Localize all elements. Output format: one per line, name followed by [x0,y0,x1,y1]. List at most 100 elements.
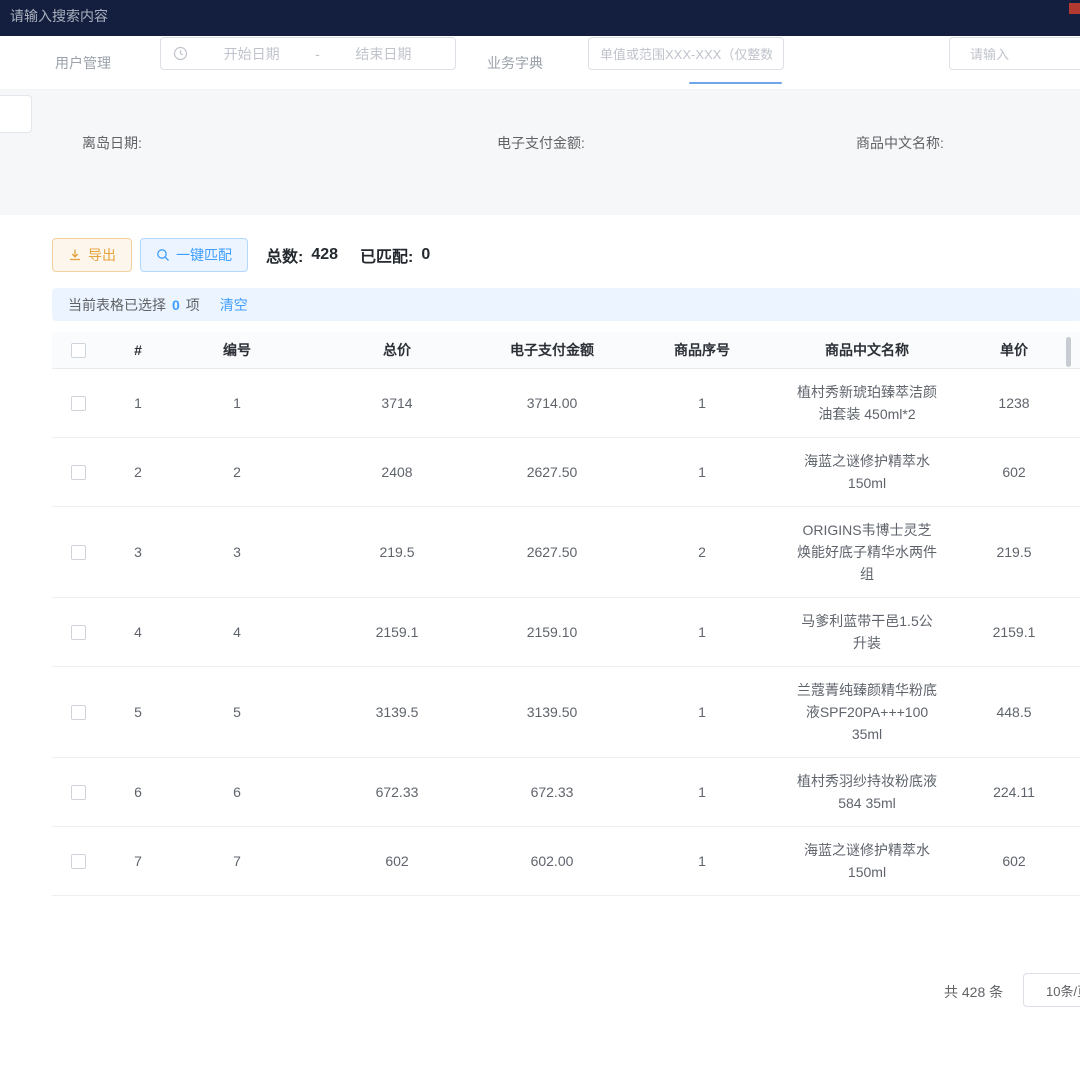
cell-unit-price: 602 [942,826,1080,895]
row-checkbox[interactable] [71,705,86,720]
cell-total-price: 672.33 [302,757,492,826]
cell-unit-price: 2159.1 [942,597,1080,666]
cell-unit-price: 224.11 [942,757,1080,826]
cell-product-seq: 2 [612,506,792,597]
cell-epay-amount: 1023.47 [492,895,612,905]
date-start-placeholder: 开始日期 [192,44,311,64]
cell-unit-price: 1238 [942,368,1080,437]
one-click-match-button[interactable]: 一键匹配 [140,238,248,272]
cell-epay-amount: 2159.10 [492,597,612,666]
cell-total-price: 602 [302,826,492,895]
col-total-price: 总价 [302,332,492,368]
cell-product-seq: 1 [612,666,792,757]
amount-input[interactable]: 单值或范围XXX-XXX（仅整数 [588,37,784,70]
tab-label: 用户管理 [55,53,111,73]
cell-product-name: ORIGINS韦博士灵芝焕能好底子精华水两件组 [792,506,942,597]
row-checkbox[interactable] [71,545,86,560]
cell-product-name: 马爹利蓝带干邑1.5公升装 [792,597,942,666]
data-table-container: # 编号 总价 电子支付金额 商品序号 商品中文名称 单价 1 1 3714 3… [52,332,1080,905]
global-search-input[interactable]: 请输入搜索内容 [10,6,108,26]
total-value: 428 [311,246,338,264]
row-checkbox[interactable] [71,785,86,800]
cell-product-name: 卡诗菁纯亮泽经典香氛 [792,895,942,905]
row-checkbox[interactable] [71,625,86,640]
table-row: 6 6 672.33 672.33 1 植村秀羽纱持妆粉底液584 35ml 2… [52,757,1080,826]
row-checkbox[interactable] [71,396,86,411]
col-product-name: 商品中文名称 [792,332,942,368]
row-checkbox[interactable] [71,854,86,869]
col-index: # [104,332,172,368]
matched-value: 0 [421,246,430,264]
cell-code: 2 [172,437,302,506]
table-row: 8 8 1023.47 1023.47 1 卡诗菁纯亮泽经典香氛 170.58 [52,895,1080,905]
col-code: 编号 [172,332,302,368]
cell-unit-price: 219.5 [942,506,1080,597]
cell-epay-amount: 672.33 [492,757,612,826]
cell-epay-amount: 2627.50 [492,437,612,506]
cell-product-seq: 1 [612,757,792,826]
cell-code: 4 [172,597,302,666]
table-scrollbar[interactable] [1066,337,1071,367]
cell-total-price: 3714 [302,368,492,437]
date-separator: - [311,46,324,62]
product-name-placeholder: 请输入 [970,44,1009,63]
cell-product-seq: 1 [612,597,792,666]
search-icon [156,248,170,262]
cell-total-price: 2408 [302,437,492,506]
cell-unit-price: 448.5 [942,666,1080,757]
cell-code: 5 [172,666,302,757]
date-end-placeholder: 结束日期 [324,44,443,64]
cell-index: 6 [104,757,172,826]
clear-selection-link[interactable]: 清空 [220,295,248,315]
cell-epay-amount: 3139.50 [492,666,612,757]
cell-epay-amount: 2627.50 [492,506,612,597]
data-table: # 编号 总价 电子支付金额 商品序号 商品中文名称 单价 1 1 3714 3… [52,332,1080,905]
amount-filter-label: 电子支付金额: [497,127,585,160]
cell-unit-price: 602 [942,437,1080,506]
table-header-row: # 编号 总价 电子支付金额 商品序号 商品中文名称 单价 [52,332,1080,368]
collapsed-panel-fragment[interactable] [0,95,32,133]
table-row: 2 2 2408 2627.50 1 海蓝之谜修护精萃水 150ml 602 [52,437,1080,506]
cell-index: 5 [104,666,172,757]
col-unit-price: 单价 [942,332,1080,368]
table-row: 7 7 602 602.00 1 海蓝之谜修护精萃水 150ml 602 [52,826,1080,895]
tab-0[interactable]: 用户管理 [55,36,111,89]
date-range-input[interactable]: 开始日期 - 结束日期 [160,37,456,70]
row-checkbox[interactable] [71,465,86,480]
selection-bar: 当前表格已选择 0 项 清空 [52,288,1080,321]
clock-icon [173,46,188,61]
cell-product-name: 海蓝之谜修护精萃水 150ml [792,826,942,895]
cell-index: 2 [104,437,172,506]
cell-total-price: 219.5 [302,506,492,597]
cell-total-price: 1023.47 [302,895,492,905]
tab-4[interactable]: 业务字典 [487,36,543,89]
page-size-select[interactable]: 10条/页 [1023,973,1080,1007]
amount-placeholder: 单值或范围XXX-XXX（仅整数 [600,44,772,63]
cell-product-name: 海蓝之谜修护精萃水 150ml [792,437,942,506]
product-name-input[interactable]: 请输入 [949,37,1080,70]
table-row: 4 4 2159.1 2159.10 1 马爹利蓝带干邑1.5公升装 2159.… [52,597,1080,666]
table-row: 1 1 3714 3714.00 1 植村秀新琥珀臻萃洁颜油套装 450ml*2… [52,368,1080,437]
pagination-total: 共 428 条 [944,982,1003,1002]
cell-index: 1 [104,368,172,437]
cell-product-seq: 1 [612,437,792,506]
cell-index: 3 [104,506,172,597]
selection-count: 0 [172,297,180,313]
cell-total-price: 3139.5 [302,666,492,757]
select-all-checkbox[interactable] [71,343,86,358]
col-epay-amount: 电子支付金额 [492,332,612,368]
download-icon [68,248,82,262]
cell-product-seq: 1 [612,368,792,437]
cell-index: 4 [104,597,172,666]
date-filter-label: 离岛日期: [82,127,142,160]
selection-suffix: 项 [186,295,200,315]
cell-total-price: 2159.1 [302,597,492,666]
selection-prefix: 当前表格已选择 [68,295,166,315]
table-row: 3 3 219.5 2627.50 2 ORIGINS韦博士灵芝焕能好底子精华水… [52,506,1080,597]
page: 请输入搜索内容 用户管理机构管理岗位管理系统字典业务字典菜单管理案件管理× 离岛… [0,0,1080,1077]
cell-product-name: 植村秀羽纱持妆粉底液584 35ml [792,757,942,826]
table-body: 1 1 3714 3714.00 1 植村秀新琥珀臻萃洁颜油套装 450ml*2… [52,368,1080,905]
select-all-cell [52,332,104,368]
notification-badge [1069,3,1080,14]
export-button[interactable]: 导出 [52,238,132,272]
